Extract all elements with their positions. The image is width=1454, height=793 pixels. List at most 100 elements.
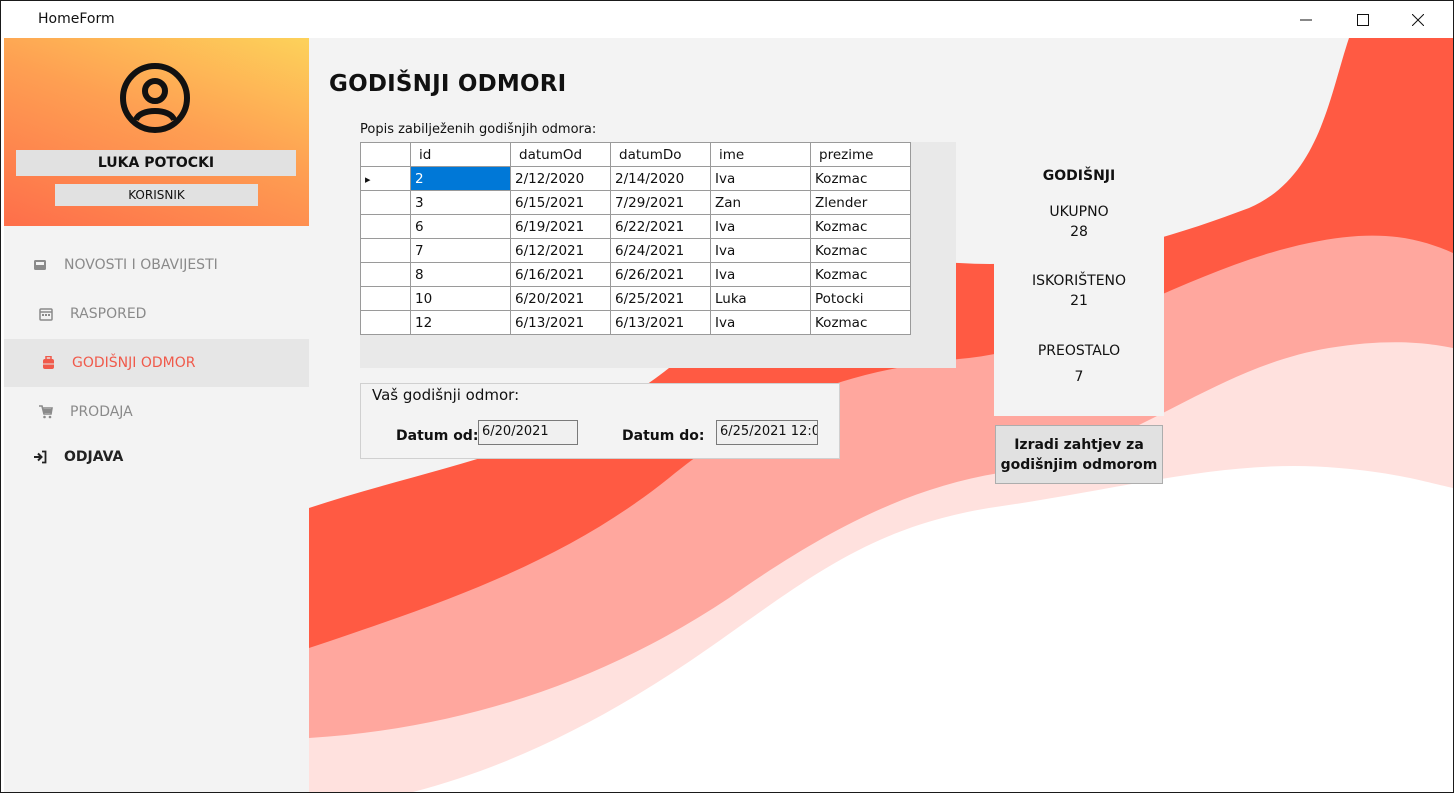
- table-row[interactable]: 3 6/15/2021 7/29/2021 Zan Zlender: [360, 190, 911, 215]
- request-button-line1: Izradi zahtjev za: [1014, 436, 1144, 453]
- sidebar: LUKA POTOCKI KORISNIK NOVOSTI I OBAVIJES…: [4, 38, 309, 792]
- table-cell[interactable]: 6: [410, 214, 511, 239]
- table-row[interactable]: 6 6/19/2021 6/22/2021 Iva Kozmac: [360, 214, 911, 239]
- table-cell[interactable]: Kozmac: [810, 238, 911, 263]
- table-cell[interactable]: 6/13/2021: [610, 310, 711, 335]
- column-header[interactable]: datumDo: [610, 142, 711, 167]
- table-cell[interactable]: Zlender: [810, 190, 911, 215]
- nav-item-prodaja[interactable]: PRODAJA: [4, 388, 309, 436]
- nav-label: PRODAJA: [70, 404, 133, 420]
- table-cell[interactable]: 6/25/2021: [610, 286, 711, 311]
- table-row[interactable]: 12 6/13/2021 6/13/2021 Iva Kozmac: [360, 310, 911, 335]
- main-content: GODIŠNJI ODMORI Popis zabilježenih godiš…: [309, 38, 1453, 792]
- row-selector[interactable]: [360, 286, 411, 311]
- vacation-list-label: Popis zabilježenih godišnjih odmora:: [360, 122, 597, 137]
- nav-label: RASPORED: [70, 306, 147, 322]
- table-cell[interactable]: 12: [410, 310, 511, 335]
- table-cell[interactable]: Kozmac: [810, 262, 911, 287]
- table-cell[interactable]: 7/29/2021: [610, 190, 711, 215]
- title-bar: HomeForm: [1, 1, 1453, 38]
- table-cell[interactable]: 10: [410, 286, 511, 311]
- table-cell[interactable]: Luka: [710, 286, 811, 311]
- vacation-stats-panel: GODIŠNJI UKUPNO 28 ISKORIŠTENO 21 PREOST…: [994, 158, 1164, 416]
- remaining-value: 7: [1074, 369, 1084, 385]
- page-title: GODIŠNJI ODMORI: [329, 71, 567, 97]
- profile-panel: LUKA POTOCKI KORISNIK: [4, 38, 309, 226]
- nav-label: NOVOSTI I OBAVIJESTI: [64, 257, 218, 273]
- table-cell[interactable]: Iva: [710, 262, 811, 287]
- table-cell[interactable]: 6/20/2021: [510, 286, 611, 311]
- user-circle-icon: [120, 63, 190, 133]
- table-cell[interactable]: Iva: [710, 166, 811, 191]
- column-header[interactable]: datumOd: [510, 142, 611, 167]
- row-selector[interactable]: ▸: [360, 166, 411, 191]
- table-cell[interactable]: 6/22/2021: [610, 214, 711, 239]
- date-to-label: Datum do:: [622, 428, 705, 444]
- minimize-button[interactable]: [1283, 1, 1329, 38]
- table-row[interactable]: ▸ 2 2/12/2020 2/14/2020 Iva Kozmac: [360, 166, 911, 191]
- request-button-label: Izradi zahtjev za godišnjim odmorom: [1001, 435, 1158, 475]
- table-cell[interactable]: Kozmac: [810, 214, 911, 239]
- stats-heading: GODIŠNJI: [1042, 168, 1116, 184]
- row-header-corner: [360, 142, 411, 167]
- table-cell[interactable]: Iva: [710, 214, 811, 239]
- row-selector[interactable]: [360, 262, 411, 287]
- date-from-field[interactable]: 6/20/2021: [478, 420, 578, 445]
- table-cell[interactable]: Iva: [710, 310, 811, 335]
- minimize-icon: [1300, 19, 1312, 20]
- table-cell[interactable]: Iva: [710, 238, 811, 263]
- row-selector[interactable]: [360, 214, 411, 239]
- calendar-icon: [38, 306, 54, 322]
- user-role: KORISNIK: [55, 184, 258, 206]
- table-cell[interactable]: 6/16/2021: [510, 262, 611, 287]
- sign-out-icon: [32, 449, 48, 465]
- create-vacation-request-button[interactable]: Izradi zahtjev za godišnjim odmorom: [995, 425, 1163, 484]
- table-cell[interactable]: 6/12/2021: [510, 238, 611, 263]
- nav-label: GODIŠNJI ODMOR: [72, 355, 196, 371]
- row-selector[interactable]: [360, 238, 411, 263]
- table-cell[interactable]: 6/13/2021: [510, 310, 611, 335]
- table-cell[interactable]: Zan: [710, 190, 811, 215]
- date-from-label: Datum od:: [396, 428, 479, 444]
- table-cell[interactable]: 6/24/2021: [610, 238, 711, 263]
- maximize-icon: [1357, 13, 1369, 26]
- row-selector[interactable]: [360, 190, 411, 215]
- column-header[interactable]: prezime: [810, 142, 911, 167]
- close-icon: [1412, 13, 1424, 26]
- close-button[interactable]: [1395, 1, 1441, 38]
- table-cell[interactable]: 7: [410, 238, 511, 263]
- nav-item-raspored[interactable]: RASPORED: [4, 290, 309, 338]
- table-cell[interactable]: 3: [410, 190, 511, 215]
- inbox-icon: [32, 257, 48, 273]
- table-cell[interactable]: 2/14/2020: [610, 166, 711, 191]
- table-cell[interactable]: Potocki: [810, 286, 911, 311]
- nav-item-novosti[interactable]: NOVOSTI I OBAVIJESTI: [4, 241, 309, 289]
- app-window: HomeForm LUKA POTOCKI KORISNIK NOVOSTI I…: [0, 0, 1454, 793]
- cart-icon: [38, 404, 54, 420]
- request-button-line2: godišnjim odmorom: [1000, 456, 1158, 473]
- user-name: LUKA POTOCKI: [16, 150, 296, 176]
- total-value: 28: [1070, 224, 1088, 240]
- logout-button[interactable]: ODJAVA: [4, 433, 309, 481]
- vacation-table: id datumOd datumDo ime prezime ▸ 2 2/12/…: [360, 142, 911, 335]
- table-cell[interactable]: Kozmac: [810, 310, 911, 335]
- table-cell[interactable]: 6/26/2021: [610, 262, 711, 287]
- table-cell[interactable]: 8: [410, 262, 511, 287]
- table-row[interactable]: 7 6/12/2021 6/24/2021 Iva Kozmac: [360, 238, 911, 263]
- your-vacation-title: Vaš godišnji odmor:: [370, 386, 522, 404]
- suitcase-icon: [40, 355, 56, 371]
- vacation-grid[interactable]: id datumOd datumDo ime prezime ▸ 2 2/12/…: [360, 142, 956, 368]
- row-selector[interactable]: [360, 310, 411, 335]
- table-cell[interactable]: 2: [410, 166, 511, 191]
- column-header[interactable]: id: [410, 142, 511, 167]
- table-row[interactable]: 10 6/20/2021 6/25/2021 Luka Potocki: [360, 286, 911, 311]
- table-cell[interactable]: 6/19/2021: [510, 214, 611, 239]
- column-header[interactable]: ime: [710, 142, 811, 167]
- date-to-field[interactable]: 6/25/2021 12:0: [716, 420, 818, 445]
- table-row[interactable]: 8 6/16/2021 6/26/2021 Iva Kozmac: [360, 262, 911, 287]
- maximize-button[interactable]: [1340, 1, 1386, 38]
- table-cell[interactable]: 6/15/2021: [510, 190, 611, 215]
- table-cell[interactable]: 2/12/2020: [510, 166, 611, 191]
- table-cell[interactable]: Kozmac: [810, 166, 911, 191]
- nav-item-godisnji-odmor[interactable]: GODIŠNJI ODMOR: [4, 339, 309, 387]
